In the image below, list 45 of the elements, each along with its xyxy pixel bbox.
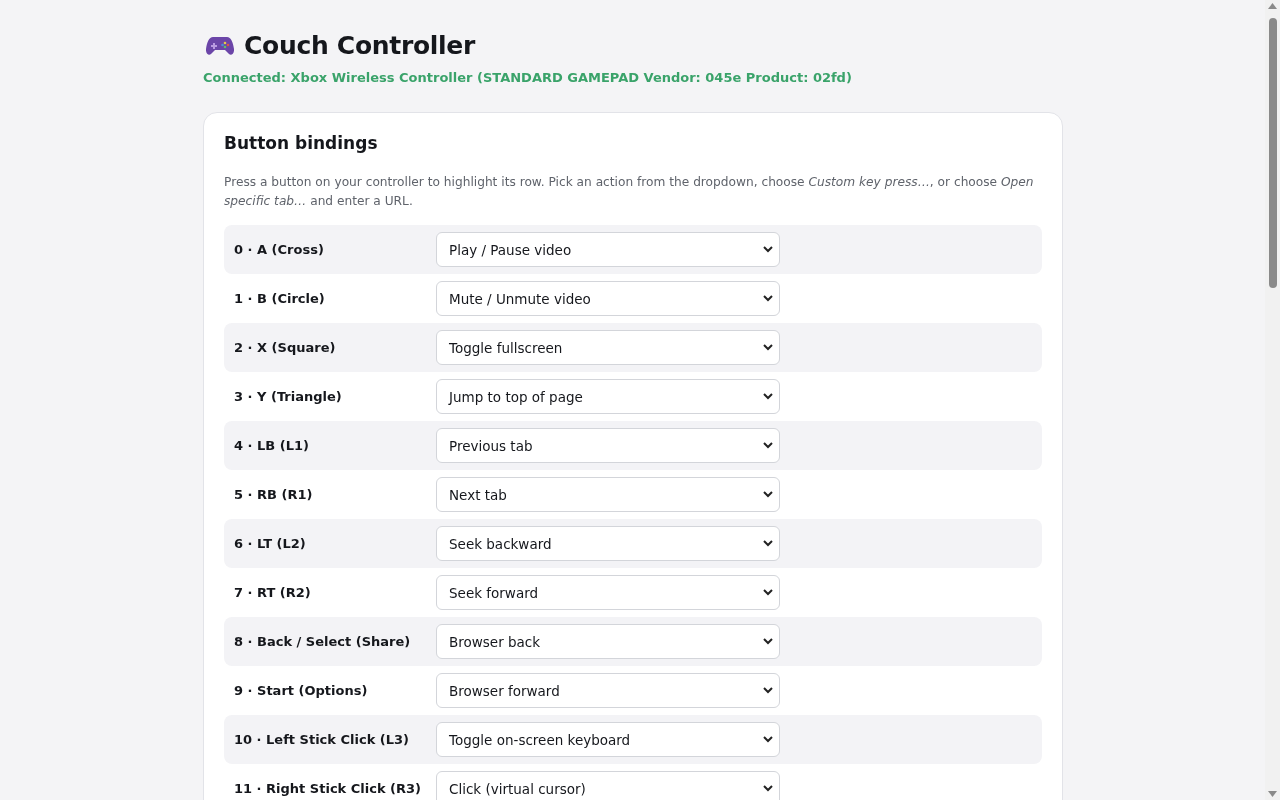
action-dropdown[interactable]: Previous tab [436,428,780,463]
connection-status: Connected: Xbox Wireless Controller (STANDARD GAMEPAD Vendor: 045e Product: 02fd) [203,70,853,85]
button-label: 8 · Back / Select (Share) [234,634,412,649]
chevron-icon [763,442,773,449]
chevron-icon [763,344,773,351]
action-dropdown[interactable]: Click (virtual cursor) [436,771,780,800]
app-title: Couch Controller [244,31,476,60]
action-dropdown[interactable]: Browser back [436,624,780,659]
button-label: 0 · A (Cross) [234,242,325,257]
chevron-icon [763,540,773,547]
scrollbar[interactable] [1265,0,1280,800]
button-label: 2 · X (Square) [234,340,337,355]
scroll-down-icon[interactable] [1268,791,1277,797]
action-dropdown[interactable]: Seek backward [436,526,780,561]
chevron-icon [763,246,773,253]
button-label: 1 · B (Circle) [234,291,326,306]
action-dropdown[interactable]: Toggle on-screen keyboard [436,722,780,757]
button-label: 3 · Y (Triangle) [234,389,343,404]
action-dropdown[interactable]: Play / Pause video [436,232,780,267]
action-dropdown[interactable]: Toggle fullscreen [436,330,780,365]
button-label: 5 · RB (R1) [234,487,314,502]
button-label: 6 · LT (L2) [234,536,307,551]
chevron-icon [763,393,773,400]
button-label: 10 · Left Stick Click (L3) [234,732,411,747]
scroll-up-icon[interactable] [1268,3,1277,9]
button-label: 7 · RT (R2) [234,585,312,600]
scrollbar-thumb[interactable] [1269,18,1277,288]
chevron-icon [763,785,773,792]
chevron-icon [763,589,773,596]
action-dropdown[interactable]: Mute / Unmute video [436,281,780,316]
action-dropdown[interactable]: Next tab [436,477,780,512]
chevron-icon [763,736,773,743]
action-dropdown[interactable]: Seek forward [436,575,780,610]
chevron-icon [763,295,773,302]
chevron-icon [763,687,773,694]
chevron-icon [763,638,773,645]
chevron-icon [763,491,773,498]
section-description: Press a button on your controller to highlight its row. Pick an action from the dropdown, choose Custom key press…, or choose Open specific tab… and enter a URL. [224,174,1035,210]
section-title: Button bindings [224,133,379,153]
action-dropdown[interactable]: Browser forward [436,673,780,708]
action-dropdown[interactable]: Jump to top of page [436,379,780,414]
button-label: 4 · LB (L1) [234,438,310,453]
button-label: 9 · Start (Options) [234,683,369,698]
gamepad-icon [206,34,234,57]
button-label: 11 · Right Stick Click (R3) [234,781,423,796]
